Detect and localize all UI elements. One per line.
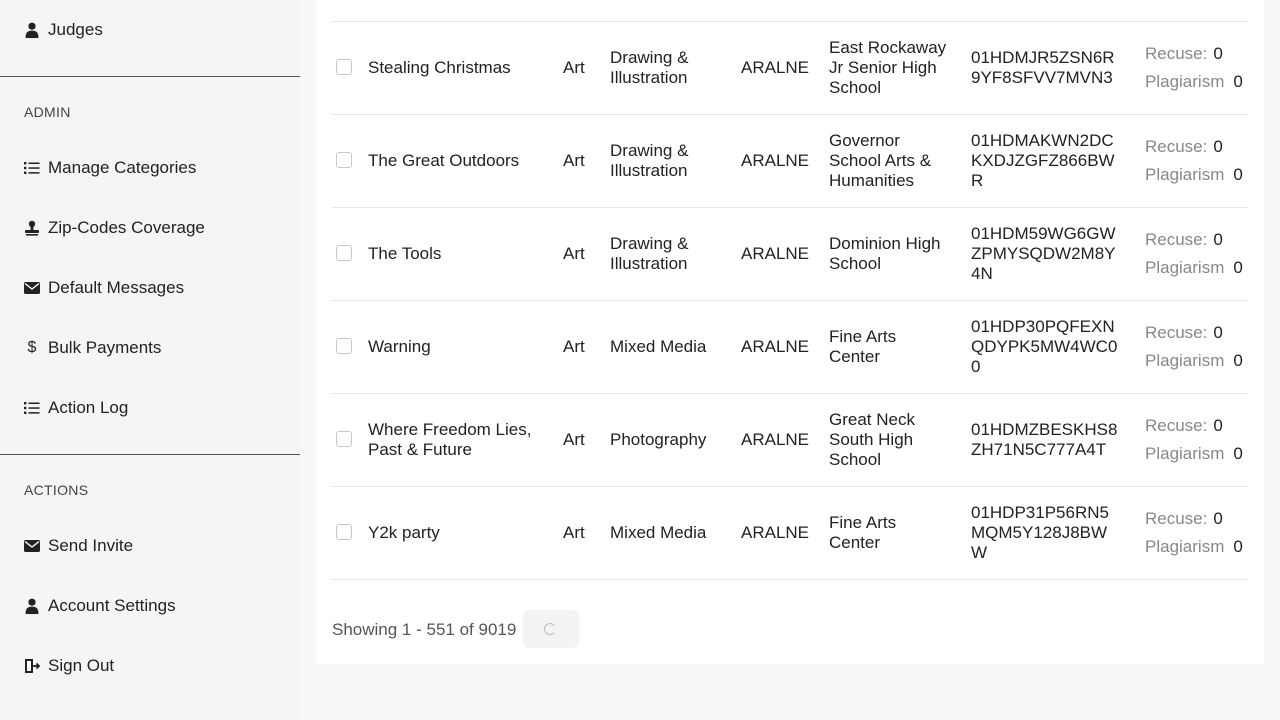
admin-section-title: ADMIN	[24, 104, 71, 120]
submission-id: 01HDM59WG6GW ZPMYSQDW2M8Y 4N	[971, 224, 1116, 283]
table-row[interactable]: The Great Outdoors Art Drawing & Illustra…	[332, 115, 1248, 207]
table-row[interactable]: Where Freedom Lies, Past & Future Art Pho…	[332, 394, 1248, 486]
submission-category: Mixed Media	[610, 523, 707, 542]
submission-category: Drawing & Illustration	[610, 141, 689, 180]
sidebar-item-bulk-payments[interactable]: $ Bulk Payments	[24, 333, 162, 363]
submission-type: Art	[563, 337, 585, 356]
row-checkbox[interactable]	[336, 431, 352, 447]
sidebar-item-default-messages[interactable]: Default Messages	[24, 273, 184, 303]
submission-code: ARALNE	[741, 430, 810, 449]
row-checkbox[interactable]	[336, 338, 352, 354]
school-name: Fine Arts Center	[829, 513, 897, 552]
actions-section-title: ACTIONS	[24, 482, 89, 498]
clipped-text	[972, 0, 992, 2]
submission-type: Art	[563, 244, 585, 263]
row-checkbox[interactable]	[336, 524, 352, 540]
submission-category: Mixed Media	[610, 337, 707, 356]
sidebar-item-send-invite[interactable]: Send Invite	[24, 531, 133, 561]
submission-category: Photography	[610, 430, 707, 449]
table-row[interactable]: Y2k party Art Mixed Media ARALNE Fine Ar…	[332, 487, 1248, 579]
sign-out-icon	[24, 658, 40, 674]
sidebar-divider	[0, 76, 300, 77]
school-name: Governor School Arts & Humanities	[829, 131, 932, 190]
submission-type: Art	[563, 151, 585, 170]
submission-code: ARALNE	[741, 523, 810, 542]
spinner-icon	[544, 623, 556, 635]
sidebar-item-label: Judges	[48, 20, 103, 39]
submission-title: The Great Outdoors	[368, 151, 520, 170]
sidebar-item-label: Default Messages	[48, 278, 185, 297]
recuse-count: Recuse: 0	[1145, 323, 1223, 342]
submission-code: ARALNE	[741, 58, 810, 77]
row-checkbox[interactable]	[336, 59, 352, 75]
school-name: East Rockaway Jr Senior High School	[829, 38, 947, 97]
plagiarism-count: Plagiarism 0	[1145, 537, 1243, 556]
plagiarism-count: Plagiarism 0	[1145, 165, 1243, 184]
recuse-count: Recuse: 0	[1145, 44, 1223, 63]
plagiarism-count: Plagiarism 0	[1145, 351, 1243, 370]
envelope-icon	[24, 538, 40, 554]
submission-category: Drawing & Illustration	[610, 234, 689, 273]
sidebar: Judges ADMIN Manage Categories Zip-Codes…	[0, 0, 300, 720]
school-name: Fine Arts Center	[829, 327, 897, 366]
recuse-count: Recuse: 0	[1145, 137, 1223, 156]
sidebar-item-label: Sign Out	[48, 656, 115, 675]
submission-title: Stealing Christmas	[368, 58, 511, 77]
sidebar-item-label: Zip-Codes Coverage	[48, 218, 205, 237]
submission-type: Art	[563, 58, 585, 77]
table-row[interactable]: Warning Art Mixed Media ARALNE Fine Arts…	[332, 301, 1248, 393]
submission-id: 01HDP31P56RN5 MQM5Y128J8BW W	[971, 503, 1109, 562]
sidebar-item-label: Action Log	[48, 398, 129, 417]
sidebar-item-label: Manage Categories	[48, 158, 197, 177]
envelope-icon	[24, 280, 40, 296]
submission-id: 01HDP30PQFEXN QDYPK5MW4WC0 0	[971, 317, 1118, 376]
submission-category: Drawing & Illustration	[610, 48, 689, 87]
load-more-button[interactable]	[523, 610, 579, 648]
sidebar-item-label: Bulk Payments	[48, 338, 162, 357]
recuse-count: Recuse: 0	[1145, 416, 1223, 435]
sidebar-item-zip-codes-coverage[interactable]: Zip-Codes Coverage	[24, 213, 205, 243]
sidebar-item-judges[interactable]: Judges	[24, 15, 103, 45]
table-row[interactable]: The Tools Art Drawing & Illustration ARAL…	[332, 208, 1248, 300]
sidebar-item-label: Send Invite	[48, 536, 134, 555]
sidebar-item-action-log[interactable]: Action Log	[24, 393, 128, 423]
list-icon	[24, 160, 40, 176]
submission-code: ARALNE	[741, 244, 810, 263]
submission-type: Art	[563, 523, 585, 542]
submission-code: ARALNE	[741, 151, 810, 170]
submission-title: Y2k party	[368, 523, 440, 542]
submission-code: ARALNE	[741, 337, 810, 356]
submission-title: Where Freedom Lies, Past & Future	[368, 420, 532, 459]
row-checkbox[interactable]	[336, 152, 352, 168]
school-name: Dominion High School	[829, 234, 941, 273]
submission-id: 01HDMAKWN2DC KXDJZGFZ866BW R	[971, 131, 1115, 190]
sidebar-item-label: Account Settings	[48, 596, 176, 615]
user-icon	[24, 598, 40, 614]
table-row[interactable]: Stealing Christmas Art Drawing & Illustra…	[332, 22, 1248, 114]
school-name: Great Neck South High School	[829, 410, 915, 469]
row-checkbox[interactable]	[336, 245, 352, 261]
sidebar-item-account-settings[interactable]: Account Settings	[24, 591, 176, 621]
recuse-count: Recuse: 0	[1145, 509, 1223, 528]
row-divider	[332, 579, 1248, 580]
submission-id: 01HDMZBESKHS8 ZH71N5C777A4T	[971, 420, 1118, 459]
submission-title: Warning	[368, 337, 431, 356]
submission-id: 01HDMJR5ZSN6R 9YF8SFVV7MVN3	[971, 48, 1115, 87]
plagiarism-count: Plagiarism 0	[1145, 444, 1243, 463]
dollar-icon: $	[27, 339, 37, 356]
sidebar-divider	[0, 454, 300, 455]
list-icon	[24, 400, 40, 416]
sidebar-item-manage-categories[interactable]: Manage Categories	[24, 153, 196, 183]
plagiarism-count: Plagiarism 0	[1145, 72, 1243, 91]
sidebar-item-sign-out[interactable]: Sign Out	[24, 651, 114, 681]
submission-type: Art	[563, 430, 585, 449]
user-icon	[24, 22, 40, 38]
stamp-icon	[24, 220, 40, 236]
submission-title: The Tools	[368, 244, 442, 263]
plagiarism-count: Plagiarism 0	[1145, 258, 1243, 277]
recuse-count: Recuse: 0	[1145, 230, 1223, 249]
pagination-summary: Showing 1 - 551 of 9019	[332, 620, 517, 639]
